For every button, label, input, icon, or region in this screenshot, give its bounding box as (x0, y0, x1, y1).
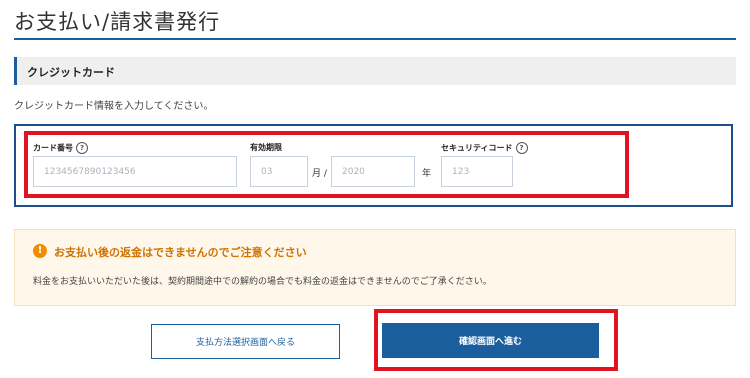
help-icon[interactable]: ? (76, 142, 88, 154)
next-button[interactable]: 確認画面へ進む (382, 323, 599, 358)
title-divider (14, 38, 736, 40)
card-number-label-text: カード番号 (33, 143, 73, 153)
expiry-label: 有効期限 (250, 143, 282, 152)
instruction-text: クレジットカード情報を入力してください。 (14, 101, 214, 112)
section-accent-bar (14, 57, 17, 85)
security-code-label: セキュリティコード? (441, 142, 528, 154)
security-code-label-text: セキュリティコード (441, 143, 513, 153)
refund-notice (14, 229, 736, 306)
back-button[interactable]: 支払方法選択画面へ戻る (151, 324, 340, 359)
section-title: クレジットカード (27, 66, 115, 79)
notice-body: 料金をお支払いいただいた後は、契約期間途中での解約の場合でも料金の返金はできませ… (33, 277, 492, 287)
page-title: お支払い/請求書発行 (14, 10, 221, 34)
card-number-input[interactable]: 1234567890123456 (33, 156, 237, 187)
year-unit: 年 (422, 169, 432, 179)
section-header (14, 57, 736, 85)
help-icon[interactable]: ? (515, 142, 528, 154)
expiry-year-input[interactable]: 2020 (331, 156, 415, 187)
expiry-month-input[interactable]: 03 (250, 156, 308, 187)
card-number-label: カード番号? (33, 142, 88, 154)
security-code-input[interactable]: 123 (441, 156, 513, 187)
warning-icon: ! (33, 244, 47, 258)
notice-title: お支払い後の返金はできませんのでご注意ください (54, 246, 307, 259)
month-unit: 月 / (312, 169, 327, 179)
